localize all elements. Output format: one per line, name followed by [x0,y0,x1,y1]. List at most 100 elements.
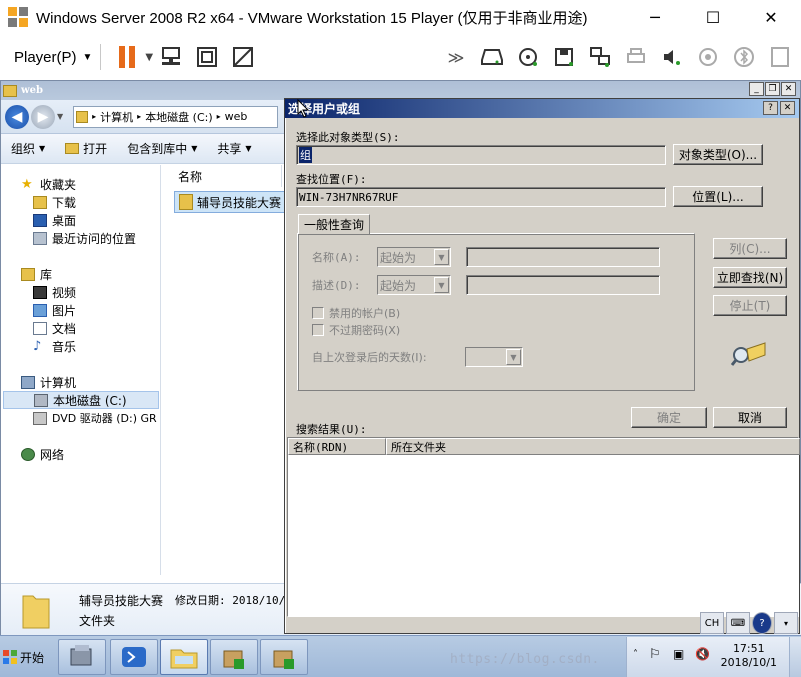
breadcrumb-separator-icon: ▸ [216,112,221,121]
close-button[interactable]: ✕ [742,0,800,34]
explorer-close-button[interactable]: ✕ [781,82,796,96]
action-center-flag-icon[interactable]: ⚐ [649,647,661,662]
language-label: CH [704,617,720,629]
nav-desktop[interactable]: 桌面 [33,211,76,229]
send-ctrl-alt-del-button[interactable] [158,44,184,70]
address-input[interactable]: ▸ 计算机 ▸ 本地磁盘 (C:) ▸ web [73,105,279,128]
fullscreen-button[interactable] [194,44,220,70]
ok-button-label: 确定 [656,411,681,425]
description-combo[interactable]: 起始为 ▼ [377,275,451,295]
nav-documents[interactable]: 文档 [33,319,76,337]
taskbar-powershell[interactable] [110,639,158,675]
taskbar-server-manager[interactable] [58,639,106,675]
bluetooth-icon[interactable] [731,44,757,70]
taskbar-package-1[interactable] [210,639,258,675]
nav-pictures[interactable]: 图片 [33,301,76,319]
package-icon [273,650,294,669]
taskbar-explorer[interactable] [160,639,208,675]
library-icon [21,267,35,281]
nav-favorites[interactable]: ★ 收藏夹 [21,175,76,193]
dialog-help-button[interactable]: ? [763,101,778,115]
results-column-folder[interactable]: 所在文件夹 [386,438,800,455]
explorer-minimize-button[interactable]: _ [749,82,764,96]
maximize-button[interactable]: ☐ [684,0,742,34]
show-desktop-button[interactable] [789,637,801,677]
list-item[interactable]: 辅导员技能大赛 [174,191,286,213]
cancel-button[interactable]: 取消 [713,407,787,428]
mouse-cursor-icon [297,99,310,118]
back-button[interactable]: ◀ [5,104,29,129]
network-tray-icon[interactable]: ▣ [673,647,684,661]
nav-music[interactable]: ♪ 音乐 [33,337,76,355]
nav-videos-label: 视频 [52,285,77,300]
nav-local-disk-label: 本地磁盘 (C:) [53,393,127,408]
days-since-logon-combo[interactable]: ▼ [465,347,523,367]
description-input[interactable] [466,275,660,295]
select-users-dialog: 选择用户或组 ? ✕ 选择此对象类型(S): 组 对象类型(O)... 查找位置… [284,98,800,634]
object-types-button[interactable]: 对象类型(O)... [673,144,763,165]
organize-button[interactable]: 组织 ▼ [1,140,55,157]
network-adapter-icon[interactable] [587,44,613,70]
floppy-icon[interactable] [551,44,577,70]
cd-drive-icon[interactable] [515,44,541,70]
clock[interactable]: 17:51 2018/10/1 [721,642,777,670]
results-column-name[interactable]: 名称(RDN) [288,438,386,455]
breadcrumb-web[interactable]: web [225,110,248,123]
language-indicator[interactable]: CH [700,612,724,634]
nav-downloads[interactable]: 下载 [33,193,76,211]
hard-disk-icon[interactable] [479,44,505,70]
options-icon[interactable]: ▾ [774,612,798,634]
tab-common-queries[interactable]: 一般性查询 [298,214,370,234]
disabled-accounts-checkbox[interactable]: 禁用的帐户(B) [312,305,400,321]
forward-arrows-icon[interactable]: ≫ [443,44,469,70]
name-input[interactable] [466,247,660,267]
chevron-down-icon[interactable]: ▼ [57,112,63,121]
watermark: https://blog.csdn. [450,652,600,667]
unity-button[interactable] [230,44,256,70]
forward-button[interactable]: ▶ [31,104,55,129]
stop-button[interactable]: 停止(T) [713,295,787,316]
ok-button[interactable]: 确定 [631,407,707,428]
nav-network[interactable]: 网络 [21,445,64,463]
dialog-close-button[interactable]: ✕ [780,101,795,115]
locations-button[interactable]: 位置(L)... [673,186,763,207]
vmware-toolbar: Player(P) ▼ ▼ ≫ [0,34,801,80]
sound-icon[interactable] [659,44,685,70]
usb-device-icon[interactable] [695,44,721,70]
nav-videos[interactable]: 视频 [33,283,76,301]
share-button[interactable]: 共享 ▼ [207,140,261,157]
pause-button[interactable] [114,44,140,70]
help-icon[interactable]: ? [752,612,772,634]
breadcrumb-local-disk[interactable]: 本地磁盘 (C:) [145,109,212,125]
pause-icon [119,46,136,68]
columns-button[interactable]: 列(C)... [713,238,787,259]
search-results-list[interactable]: 名称(RDN) 所在文件夹 [287,437,800,617]
breadcrumb-computer[interactable]: 计算机 [100,109,133,125]
printer-icon[interactable] [623,44,649,70]
find-now-button[interactable]: 立即查找(N) [713,267,787,288]
open-button[interactable]: 打开 [55,140,117,157]
keyboard-icon[interactable]: ⌨ [726,612,750,634]
nav-local-disk[interactable]: 本地磁盘 (C:) [3,391,159,409]
minimize-button[interactable]: ─ [626,0,684,34]
start-button[interactable]: 开始 [2,644,52,670]
player-menu[interactable]: Player(P) ▼ [14,49,92,66]
include-in-library-button[interactable]: 包含到库中 ▼ [117,140,207,157]
name-combo[interactable]: 起始为 ▼ [377,247,451,267]
volume-muted-icon[interactable]: 🔇 [695,647,710,661]
message-icon[interactable] [767,44,793,70]
checkbox-box [312,307,324,319]
nav-recent[interactable]: 最近访问的位置 [33,229,136,247]
chevron-down-icon: ▼ [39,144,46,153]
explorer-restore-button[interactable]: ❐ [765,82,780,96]
chevron-down-icon[interactable]: ▼ [145,52,153,63]
show-hidden-icons-icon[interactable]: ˄ [633,649,638,660]
no-expire-checkbox[interactable]: 不过期密码(X) [312,322,400,338]
column-header-name[interactable]: 名称 [162,165,282,187]
nav-music-label: 音乐 [52,339,77,354]
nav-libraries[interactable]: 库 [21,265,52,283]
nav-dvd[interactable]: DVD 驱动器 (D:) GR [33,409,157,427]
guest-screen[interactable]: web _ ❐ ✕ ◀ ▶ ▼ ▸ 计算机 ▸ 本地磁盘 (C:) ▸ web … [0,80,801,677]
taskbar-package-2[interactable] [260,639,308,675]
nav-computer[interactable]: 计算机 [21,373,76,391]
